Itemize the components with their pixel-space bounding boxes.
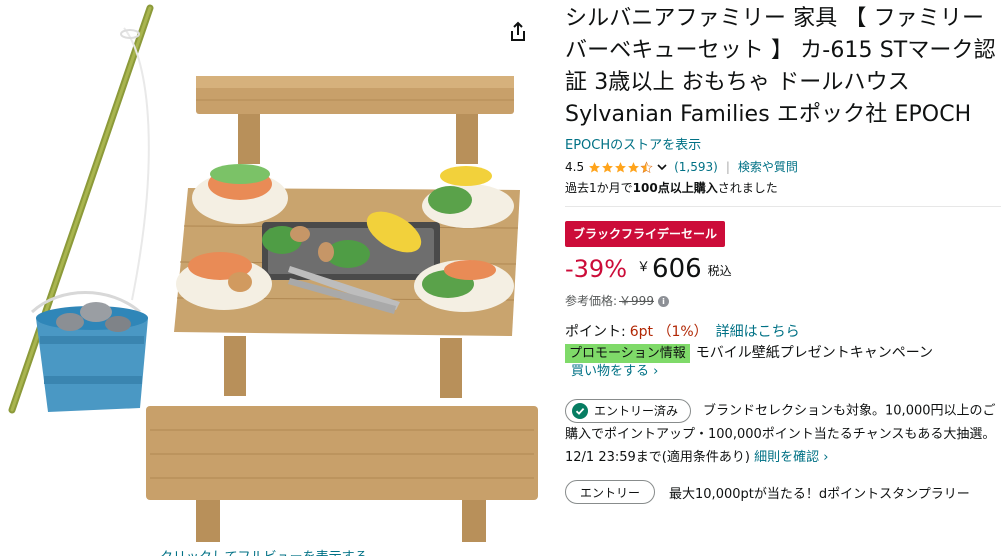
rating-row: 4.5 (1,593) | 検索や質問 xyxy=(565,158,1001,176)
store-link[interactable]: EPOCHのストアを表示 xyxy=(565,137,1001,155)
reference-price-row: 参考価格: ￥999 i xyxy=(565,293,1001,309)
bought-count: 100点以上購入 xyxy=(632,181,718,195)
rating-separator: | xyxy=(725,160,730,174)
star-half-icon xyxy=(640,160,653,173)
discount-percent: -39% xyxy=(565,255,628,283)
review-count-link[interactable]: (1,593) xyxy=(674,158,718,176)
promotion-text: モバイル壁紙プレゼントキャンペーン xyxy=(695,345,934,361)
share-button[interactable] xyxy=(506,20,530,44)
entry-campaign-2: エントリー 最大10,000ptが当たる！dポイントスタンプラリー xyxy=(565,480,1001,504)
star-icon xyxy=(589,161,601,172)
share-icon xyxy=(511,21,525,41)
bought-in-past-month: 過去1か月で100点以上購入されました xyxy=(565,180,1001,196)
bought-suffix: されました xyxy=(717,181,778,195)
points-value: 6pt （1%） xyxy=(629,324,708,340)
section-divider xyxy=(565,206,1001,207)
entry-button[interactable]: エントリー xyxy=(565,480,656,504)
points-row: ポイント: 6pt （1%） 詳細はこちら xyxy=(565,322,1001,342)
currency-symbol: ￥ xyxy=(637,260,651,275)
star-rating[interactable] xyxy=(588,160,653,174)
promotion-badge: プロモーション情報 xyxy=(565,343,690,363)
rating-value: 4.5 xyxy=(565,160,585,174)
bought-prefix: 過去1か月で xyxy=(565,181,633,195)
product-image[interactable] xyxy=(0,0,545,556)
entry-done-label: エントリー済み xyxy=(594,403,679,418)
star-icon xyxy=(615,161,627,172)
shop-link[interactable]: 買い物をする › xyxy=(571,363,1001,381)
terms-link[interactable]: 細則を確認 › xyxy=(750,450,828,465)
product-image-area[interactable]: クリックしてフルビューを表示する xyxy=(0,0,545,556)
product-details: シルバニアファミリー 家具 【 ファミリーバーベキューセット 】 カ-615 S… xyxy=(565,0,1001,504)
qa-link[interactable]: 検索や質問 xyxy=(738,158,798,176)
points-label: ポイント: xyxy=(565,324,626,340)
chevron-down-icon[interactable] xyxy=(656,161,668,173)
points-detail-link[interactable]: 詳細はこちら xyxy=(716,324,800,340)
entry-campaign-1: エントリー済み ブランドセレクションも対象。10,000円以上のご購入でポイント… xyxy=(565,399,1001,469)
full-view-hint[interactable]: クリックしてフルビューを表示する xyxy=(160,546,368,556)
stamp-rally-text: 最大10,000ptが当たる！dポイントスタンプラリー xyxy=(669,486,970,502)
price-row: -39% ￥ 606 税込 xyxy=(565,253,1001,285)
reference-price: ￥999 xyxy=(619,294,654,308)
tax-label: 税込 xyxy=(707,264,732,278)
promotion-row: プロモーション情報 モバイル壁紙プレゼントキャンペーン xyxy=(565,343,1001,363)
check-circle-icon xyxy=(572,403,588,419)
price-value: 606 xyxy=(652,254,702,284)
star-icon xyxy=(628,161,640,172)
entry-done-button[interactable]: エントリー済み xyxy=(565,399,692,423)
star-icon xyxy=(602,161,614,172)
info-icon[interactable]: i xyxy=(657,295,669,307)
product-title: シルバニアファミリー 家具 【 ファミリーバーベキューセット 】 カ-615 S… xyxy=(565,6,996,127)
reference-price-label: 参考価格: xyxy=(565,294,618,308)
deal-badge: ブラックフライデーセール xyxy=(565,221,726,247)
